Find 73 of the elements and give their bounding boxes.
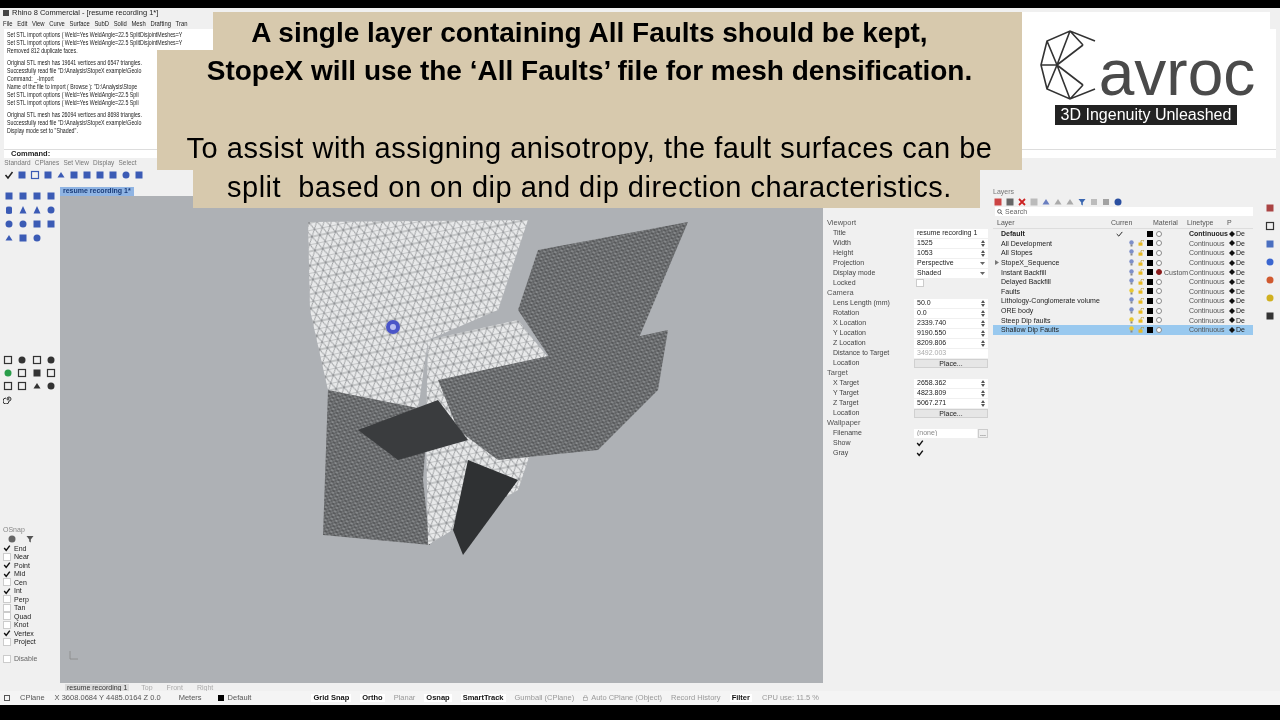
spinner-icon[interactable] [981, 319, 985, 327]
spinner-icon[interactable] [981, 389, 985, 397]
current-check-icon [1115, 230, 1123, 237]
checkbox[interactable] [3, 569, 11, 578]
tool-icon[interactable] [45, 355, 56, 365]
filter-icon[interactable] [25, 534, 35, 544]
lightbulb-icon[interactable] [1129, 259, 1134, 267]
lightbulb-icon[interactable] [1129, 297, 1134, 305]
checkmark-icon[interactable] [4, 170, 14, 180]
checkbox[interactable] [3, 586, 11, 595]
tool-icon[interactable] [45, 368, 56, 378]
gumball-point-icon[interactable] [384, 318, 402, 336]
material-swatch[interactable] [1156, 240, 1162, 247]
layer-color-swatch[interactable] [1147, 230, 1153, 237]
spinner-icon[interactable] [981, 239, 985, 247]
filter-icon[interactable] [1077, 196, 1087, 207]
layer-color-swatch[interactable] [1147, 297, 1153, 304]
panel-toggle-icon[interactable] [4, 695, 10, 701]
material-swatch[interactable] [1156, 250, 1162, 256]
dropdown-caret-icon[interactable] [980, 261, 985, 265]
checkbox[interactable] [3, 629, 11, 638]
material-swatch[interactable] [1156, 230, 1162, 237]
tool-icon[interactable] [17, 170, 27, 180]
caption-text: To assist with assigning anisotropy, the fault surfaces can be split based on on dip and dip direction characteristics. [186, 131, 993, 205]
layer-color-swatch[interactable] [1147, 288, 1153, 295]
search-icon [997, 208, 1003, 215]
layer-color-swatch[interactable] [1147, 269, 1153, 276]
spinner-icon[interactable] [981, 249, 985, 257]
lightbulb-icon[interactable] [1129, 278, 1134, 286]
layer-color-swatch[interactable] [1147, 278, 1153, 285]
logo-wordmark: avroc [1098, 43, 1256, 103]
lightbulb-icon[interactable] [1129, 239, 1134, 247]
layer-color-swatch[interactable] [1147, 317, 1153, 324]
dropdown-caret-icon[interactable] [980, 271, 985, 275]
checkbox[interactable] [916, 449, 924, 457]
layer-color-swatch[interactable] [1147, 240, 1153, 247]
tool-icon[interactable] [31, 381, 42, 391]
layer-color-swatch[interactable] [1147, 307, 1153, 314]
spinner-icon[interactable] [981, 309, 985, 317]
material-swatch[interactable] [1156, 269, 1162, 276]
material-swatch[interactable] [1156, 297, 1162, 304]
spinner-icon[interactable] [981, 299, 985, 307]
grid-icon[interactable] [30, 170, 40, 180]
tool-icon[interactable] [31, 368, 42, 378]
lightbulb-icon[interactable] [1129, 307, 1134, 315]
checkbox[interactable] [3, 561, 11, 570]
spinner-icon[interactable] [981, 329, 985, 337]
material-swatch[interactable] [1156, 317, 1162, 324]
material-swatch[interactable] [1156, 288, 1162, 295]
layer-color-swatch [217, 695, 224, 701]
spinner-icon[interactable] [981, 399, 985, 407]
axis-icon [68, 649, 80, 661]
checkbox[interactable] [916, 439, 924, 447]
caption-heading: A single layer containing All Faults should be kept, StopeX will use the ‘All Faults’ file for mesh densification. [206, 16, 973, 88]
layer-color-swatch[interactable] [1147, 250, 1153, 256]
material-swatch[interactable] [1156, 259, 1162, 266]
material-swatch[interactable] [1156, 326, 1162, 333]
expand-arrow-icon[interactable] [995, 260, 999, 266]
app-icon [3, 10, 9, 16]
layer-color-swatch[interactable] [1147, 326, 1153, 333]
material-swatch[interactable] [1156, 307, 1162, 314]
checkbox[interactable] [3, 544, 11, 553]
material-swatch[interactable] [1156, 278, 1162, 285]
spinner-icon[interactable] [981, 339, 985, 347]
tool-icon[interactable] [17, 355, 28, 365]
lightbulb-icon[interactable] [1129, 268, 1134, 276]
layer-color-swatch[interactable] [1147, 259, 1153, 266]
delete-icon[interactable] [1017, 196, 1027, 207]
spinner-icon[interactable] [981, 379, 985, 387]
logo-tagline: 3D Ingenuity Unleashed [1054, 105, 1238, 125]
sphere-icon[interactable] [46, 205, 56, 215]
cylinder-icon[interactable] [4, 205, 14, 215]
lightbulb-icon[interactable] [1129, 249, 1134, 257]
